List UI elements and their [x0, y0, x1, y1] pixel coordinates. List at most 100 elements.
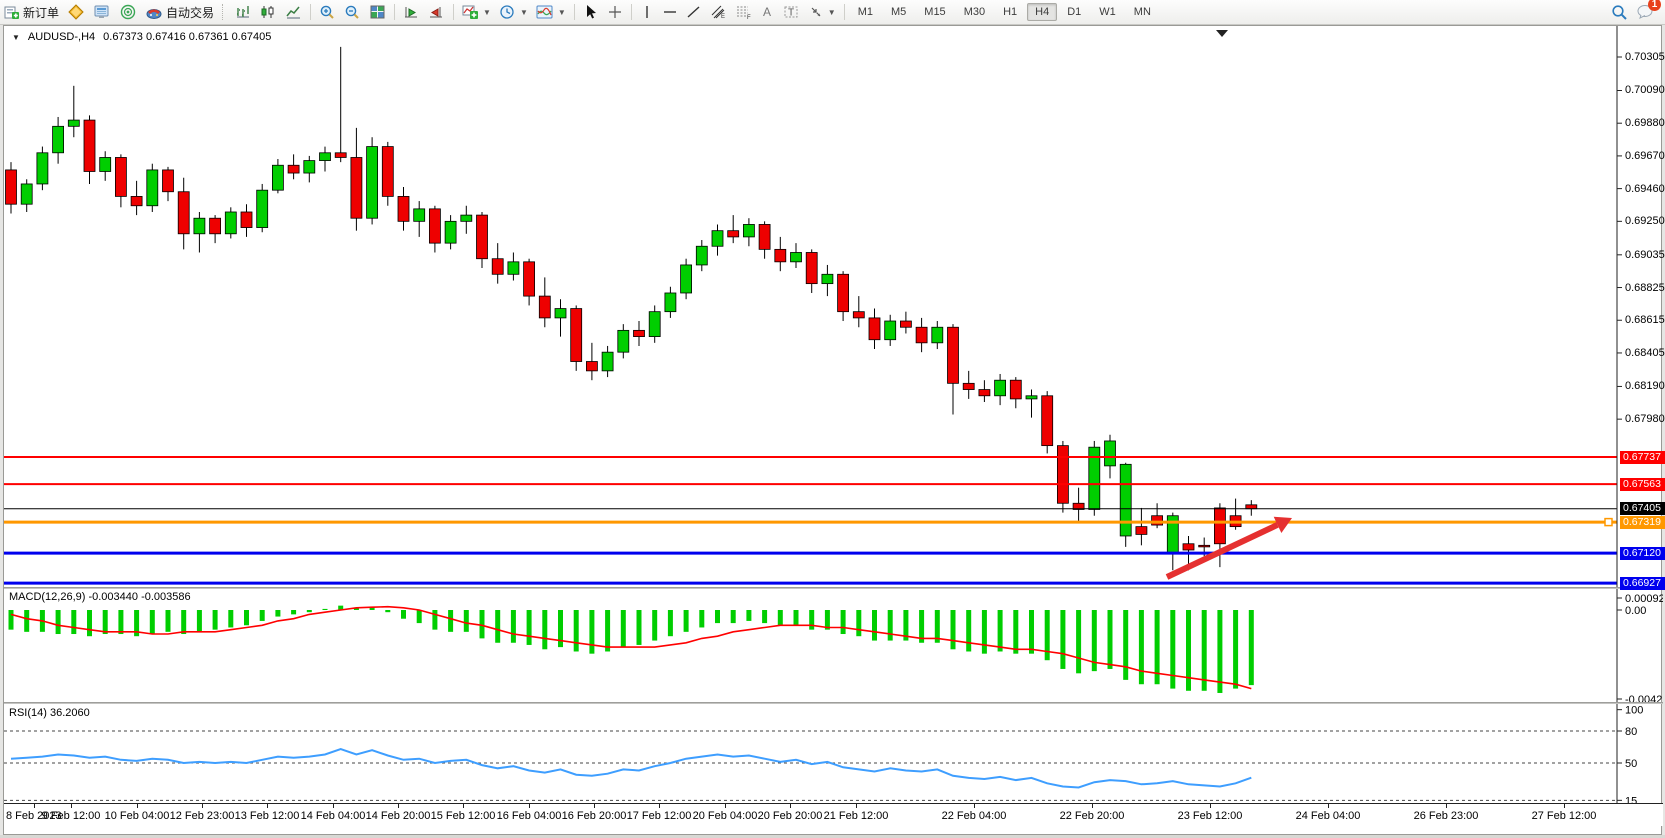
- time-tick: [137, 804, 138, 808]
- macd-bar: [668, 610, 673, 636]
- chat-button[interactable]: 1: [1636, 3, 1655, 22]
- arrows-button[interactable]: ▼: [804, 2, 840, 22]
- candlestick: [351, 128, 362, 231]
- chevron-down-icon[interactable]: ▼: [12, 33, 20, 42]
- timeframe-H1[interactable]: H1: [995, 3, 1025, 21]
- horizontal-line-button[interactable]: [658, 2, 682, 22]
- time-label: 15 Feb 12:00: [431, 810, 496, 822]
- pane-divider[interactable]: [4, 587, 1663, 589]
- price-tick-label: 0.69880: [1625, 117, 1665, 129]
- symbol-period-label: AUDUSD-,H4: [28, 31, 95, 43]
- candlestick: [539, 277, 550, 327]
- macd-bar: [417, 610, 422, 623]
- zoom-out-button[interactable]: [340, 2, 365, 22]
- text-label-button[interactable]: T: [779, 2, 804, 22]
- periods-button[interactable]: ▼: [495, 2, 532, 22]
- timeframe-D1[interactable]: D1: [1059, 3, 1089, 21]
- price-pane[interactable]: [4, 26, 1663, 587]
- candlestick: [649, 305, 660, 342]
- macd-bar: [71, 610, 76, 634]
- price-tick-label: 0.68825: [1625, 282, 1665, 294]
- chart-window[interactable]: ▼ AUDUSD-,H4 0.67373 0.67416 0.67361 0.6…: [3, 25, 1662, 835]
- notification-badge: 1: [1648, 0, 1661, 11]
- candlestick: [712, 224, 723, 255]
- arrows-icon: [808, 4, 824, 20]
- macd-bar: [480, 610, 485, 638]
- market-watch-button[interactable]: [63, 2, 89, 22]
- line-chart-button[interactable]: [281, 2, 306, 22]
- macd-axis-label: 0.00: [1625, 605, 1646, 617]
- macd-bar: [1076, 610, 1081, 673]
- trendline-button[interactable]: [682, 2, 706, 22]
- timeframe-M5[interactable]: M5: [883, 3, 914, 21]
- search-icon[interactable]: [1611, 4, 1628, 21]
- time-tick: [659, 804, 660, 808]
- auto-scroll-icon: [403, 4, 420, 20]
- timeframe-M30[interactable]: M30: [956, 3, 993, 21]
- candlestick: [210, 215, 221, 243]
- cursor-button[interactable]: [579, 2, 603, 22]
- rsi-axis-label: 15: [1625, 795, 1637, 803]
- timeframe-W1[interactable]: W1: [1091, 3, 1124, 21]
- macd-pane[interactable]: 0.0009250.00-0.0042: [4, 589, 1663, 702]
- macd-bar: [24, 610, 29, 632]
- tile-windows-button[interactable]: [365, 2, 390, 22]
- text-label-icon: T: [783, 4, 800, 20]
- auto-scroll-button[interactable]: [399, 2, 424, 22]
- time-tick: [267, 804, 268, 808]
- candlestick: [634, 321, 645, 346]
- zoom-in-button[interactable]: [315, 2, 340, 22]
- candle-chart-icon: [260, 4, 277, 20]
- candlestick: [414, 201, 425, 237]
- indicators-caret: ▼: [483, 8, 491, 17]
- timeframe-H4[interactable]: H4: [1027, 3, 1057, 21]
- text-icon: A: [760, 4, 775, 20]
- vertical-line-icon: [640, 4, 654, 20]
- fibonacci-button[interactable]: F: [731, 2, 756, 22]
- zoom-out-icon: [344, 4, 361, 20]
- macd-bar: [307, 610, 312, 612]
- time-tick: [1564, 804, 1565, 808]
- data-window-button[interactable]: [89, 2, 115, 22]
- templates-button[interactable]: ▼: [532, 2, 570, 22]
- new-order-button[interactable]: 新订单: [0, 2, 63, 22]
- cursor-icon: [583, 4, 599, 20]
- time-label: 23 Feb 12:00: [1178, 810, 1243, 822]
- equidistant-channel-button[interactable]: E: [706, 2, 731, 22]
- candle-chart-button[interactable]: [256, 2, 281, 22]
- candlestick: [84, 115, 95, 184]
- chart-shift-button[interactable]: [424, 2, 449, 22]
- crosshair-button[interactable]: [603, 2, 627, 22]
- macd-bar: [291, 610, 296, 614]
- bar-chart-button[interactable]: [231, 2, 256, 22]
- signals-button[interactable]: [115, 2, 141, 22]
- macd-bar: [1233, 610, 1238, 689]
- pane-divider[interactable]: [4, 702, 1663, 704]
- macd-bar: [56, 610, 61, 634]
- candlestick: [335, 47, 346, 162]
- time-label: 13 Feb 12:00: [235, 810, 300, 822]
- time-label: 27 Feb 12:00: [1532, 810, 1597, 822]
- indicators-button[interactable]: ▼: [458, 2, 495, 22]
- candlestick: [885, 315, 896, 346]
- time-label: 16 Feb 20:00: [562, 810, 627, 822]
- macd-bar: [982, 610, 987, 654]
- rsi-pane[interactable]: 100805015: [4, 704, 1663, 803]
- macd-bar: [637, 610, 642, 645]
- candlestick: [163, 167, 174, 201]
- timeframe-M1[interactable]: M1: [850, 3, 881, 21]
- text-button[interactable]: A: [756, 2, 779, 22]
- auto-trading-button[interactable]: 自动交易: [141, 2, 218, 22]
- time-axis[interactable]: 8 Feb 20239 Feb 12:0010 Feb 04:0012 Feb …: [4, 803, 1663, 826]
- rsi-line: [11, 749, 1251, 787]
- candlestick: [100, 151, 111, 181]
- macd-bar: [150, 610, 155, 634]
- chart-shift-marker[interactable]: [1216, 30, 1228, 37]
- timeframe-MN[interactable]: MN: [1126, 3, 1159, 21]
- macd-bar: [542, 610, 547, 649]
- macd-bar: [762, 610, 767, 623]
- macd-bar: [1139, 610, 1144, 684]
- line-handle[interactable]: [1605, 519, 1612, 526]
- timeframe-M15[interactable]: M15: [916, 3, 953, 21]
- vertical-line-button[interactable]: [636, 2, 658, 22]
